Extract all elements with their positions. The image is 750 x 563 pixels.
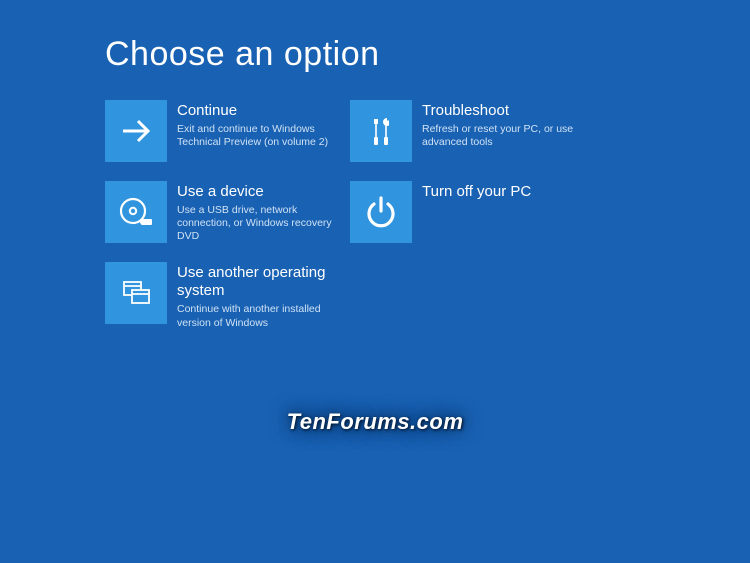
watermark-text: TenForums.com [287, 409, 464, 435]
option-desc: Exit and continue to Windows Technical P… [177, 123, 337, 149]
option-desc: Use a USB drive, network connection, or … [177, 204, 337, 243]
options-grid: Continue Exit and continue to Windows Te… [105, 100, 750, 330]
option-title: Troubleshoot [422, 102, 582, 120]
option-continue[interactable]: Continue Exit and continue to Windows Te… [105, 100, 350, 162]
arrow-right-icon [105, 100, 167, 162]
disc-usb-icon [105, 181, 167, 243]
option-desc: Continue with another installed version … [177, 303, 337, 329]
option-use-device[interactable]: Use a device Use a USB drive, network co… [105, 181, 350, 243]
option-title: Turn off your PC [422, 183, 531, 201]
option-title: Use another operating system [177, 264, 337, 300]
tools-icon [350, 100, 412, 162]
page-title: Choose an option [105, 35, 750, 74]
windows-multi-icon [105, 262, 167, 324]
option-desc: Refresh or reset your PC, or use advance… [422, 123, 582, 149]
power-icon [350, 181, 412, 243]
option-troubleshoot[interactable]: Troubleshoot Refresh or reset your PC, o… [350, 100, 595, 162]
option-use-another-os[interactable]: Use another operating system Continue wi… [105, 262, 350, 329]
option-title: Use a device [177, 183, 337, 201]
option-title: Continue [177, 102, 337, 120]
option-turn-off[interactable]: Turn off your PC [350, 181, 595, 243]
